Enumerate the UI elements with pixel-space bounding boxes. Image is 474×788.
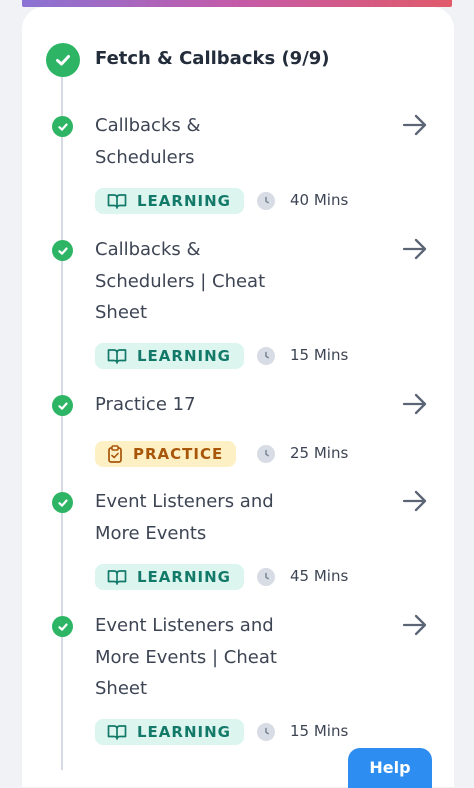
help-button[interactable]: Help: [348, 748, 432, 788]
learning-badge: LEARNING: [95, 188, 244, 214]
completed-check-icon: [52, 395, 73, 416]
book-icon: [107, 349, 127, 364]
book-icon: [107, 725, 127, 740]
section-title: Fetch & Callbacks (9/9): [95, 48, 330, 69]
help-label: Help: [369, 758, 411, 777]
arrow-right-icon[interactable]: [400, 391, 430, 417]
top-accent-bar: [22, 0, 452, 7]
badge-label: LEARNING: [137, 192, 231, 210]
duration-text: 15 Mins: [290, 722, 349, 740]
badge-label: LEARNING: [137, 568, 231, 586]
learning-badge: LEARNING: [95, 719, 244, 745]
duration-text: 40 Mins: [290, 191, 349, 209]
item-title[interactable]: Callbacks & Schedulers: [95, 110, 295, 173]
clock-icon: [257, 723, 275, 741]
practice-badge: PRACTICE: [95, 441, 237, 467]
clock-icon: [257, 192, 275, 210]
item-title[interactable]: Event Listeners and More Events | Cheat …: [95, 610, 295, 705]
section-complete-check-icon: [46, 43, 80, 77]
badge-label: LEARNING: [137, 723, 231, 741]
arrow-right-icon[interactable]: [400, 488, 430, 514]
completed-check-icon: [52, 492, 73, 513]
learning-badge: LEARNING: [95, 343, 244, 369]
completed-check-icon: [52, 616, 73, 637]
clock-icon: [257, 347, 275, 365]
learning-badge: LEARNING: [95, 564, 244, 590]
arrow-right-icon[interactable]: [400, 236, 430, 262]
completed-check-icon: [52, 116, 73, 137]
item-title[interactable]: Practice 17: [95, 389, 295, 421]
duration-text: 45 Mins: [290, 567, 349, 585]
completed-check-icon: [52, 240, 73, 261]
clock-icon: [257, 568, 275, 586]
duration-text: 25 Mins: [290, 444, 349, 462]
book-icon: [107, 194, 127, 209]
clipboard-icon: [108, 445, 122, 463]
arrow-right-icon[interactable]: [400, 612, 430, 638]
badge-label: PRACTICE: [133, 445, 224, 463]
arrow-right-icon[interactable]: [400, 112, 430, 138]
item-title[interactable]: Event Listeners and More Events: [95, 486, 295, 549]
item-title[interactable]: Callbacks & Schedulers | Cheat Sheet: [95, 234, 295, 329]
clock-icon: [257, 445, 275, 463]
badge-label: LEARNING: [137, 347, 231, 365]
duration-text: 15 Mins: [290, 346, 349, 364]
book-icon: [107, 570, 127, 585]
